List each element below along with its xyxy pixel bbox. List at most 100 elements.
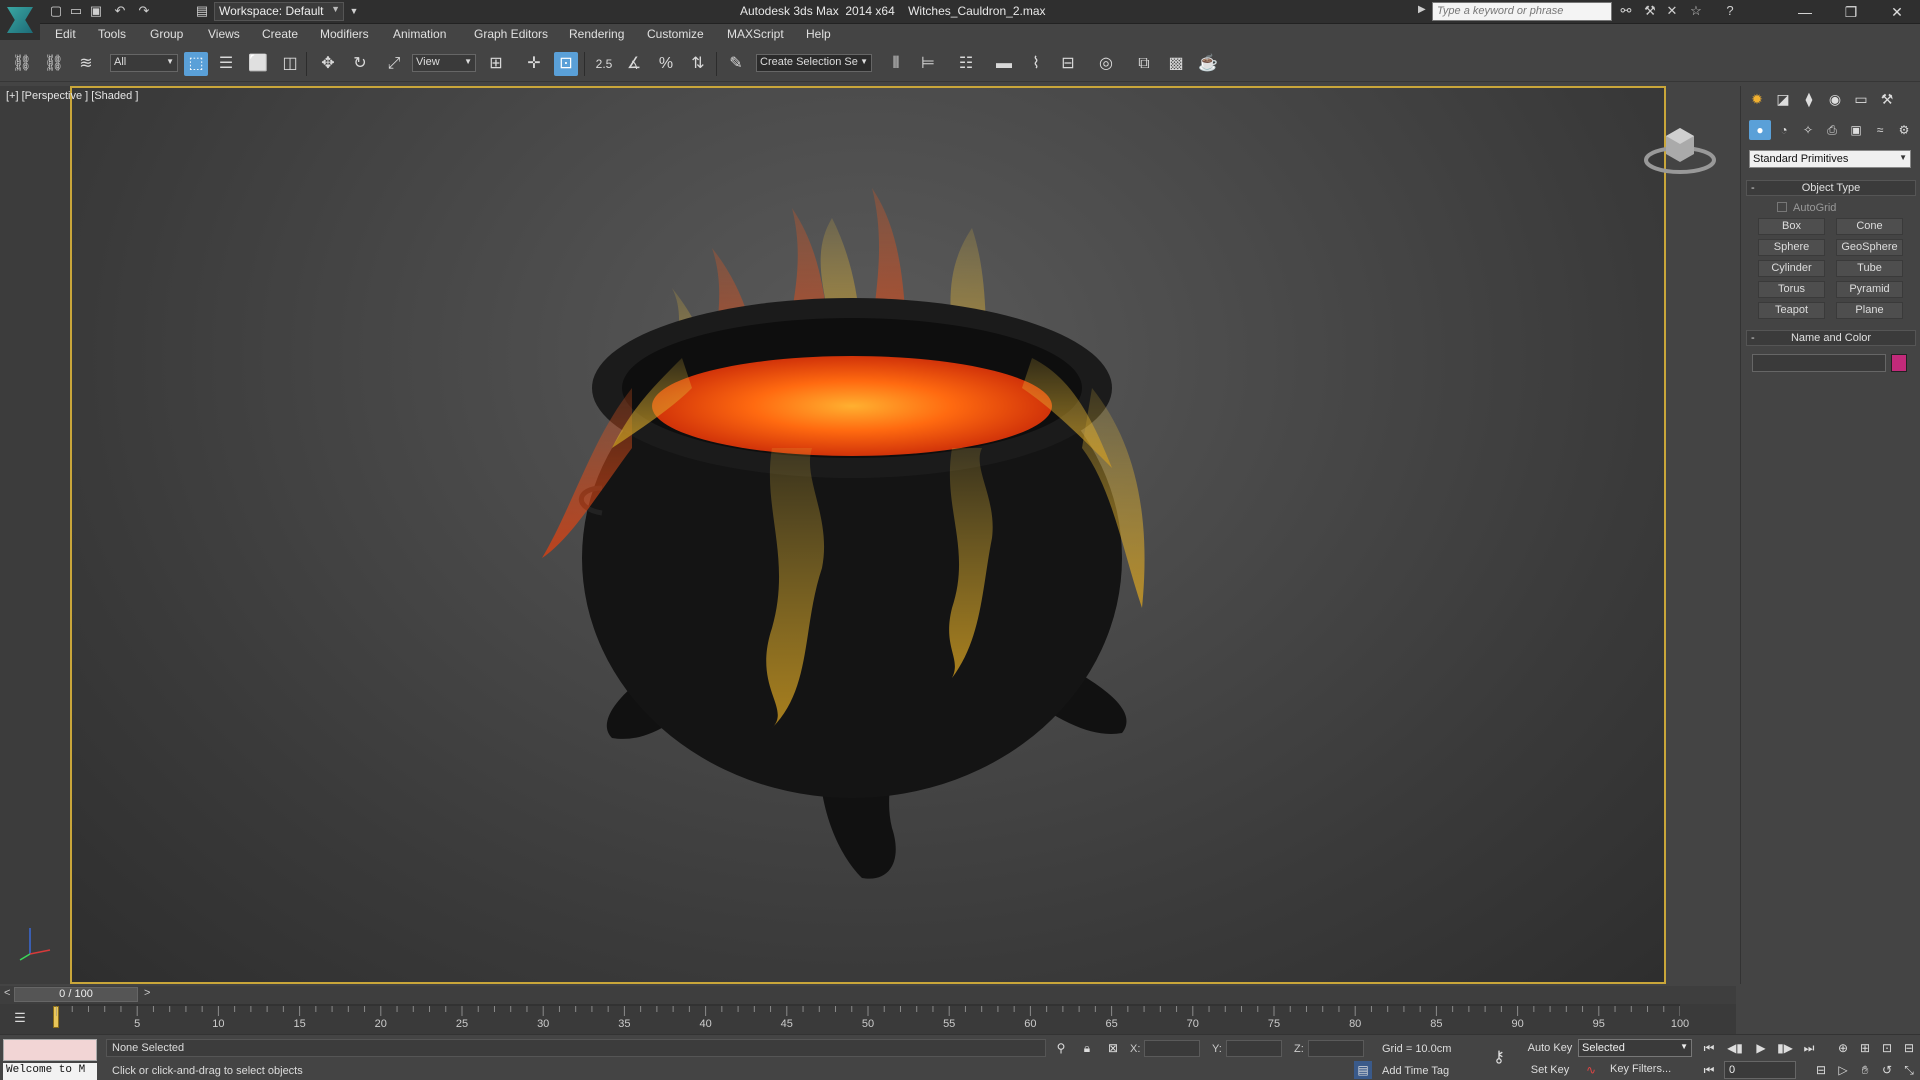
undo-icon[interactable]: ↶ [112, 3, 128, 19]
set-key-mode-icon[interactable]: ⚷ [1490, 1049, 1508, 1067]
viewport-label[interactable]: [+] [Perspective ] [Shaded ] [6, 90, 138, 102]
x-coordinate-field[interactable] [1144, 1040, 1200, 1057]
favorites-star-icon[interactable]: ☆ [1688, 3, 1704, 19]
time-slider[interactable]: < 0 / 100 > [0, 986, 1736, 1004]
select-by-name-icon[interactable]: ☰ [214, 52, 238, 76]
tube-button[interactable]: Tube [1836, 260, 1903, 277]
material-editor-icon[interactable]: ◎ [1094, 52, 1118, 76]
go-to-end-icon[interactable]: ⏭ [1800, 1039, 1818, 1057]
layer-manager-icon[interactable]: ☷ [954, 52, 978, 76]
zoom-icon[interactable]: ⊕ [1834, 1039, 1852, 1057]
object-name-field[interactable] [1752, 354, 1886, 372]
viewcube[interactable] [1640, 118, 1720, 181]
systems-icon[interactable]: ⚙ [1893, 120, 1915, 140]
maxscript-listener-text[interactable]: Welcome to M [3, 1063, 97, 1080]
menu-maxscript[interactable]: MAXScript [727, 27, 784, 41]
torus-button[interactable]: Torus [1758, 281, 1825, 298]
zoom-extents-all-icon[interactable]: ⊞ [1856, 1039, 1874, 1057]
go-to-start-icon[interactable]: ⏮ [1700, 1039, 1718, 1057]
motion-tab-icon[interactable]: ◉ [1823, 88, 1847, 110]
keyboard-shortcut-override-icon[interactable]: ⊡ [554, 52, 578, 76]
unlink-icon[interactable]: ⛓ [42, 52, 66, 76]
key-mode-toggle-icon[interactable]: ⏮ [1700, 1061, 1718, 1079]
save-file-icon[interactable]: ▣ [88, 3, 104, 19]
add-time-tag[interactable]: Add Time Tag [1382, 1065, 1449, 1077]
graphite-ribbon-icon[interactable]: ▬ [992, 52, 1016, 76]
subscription-icon[interactable]: ⚒ [1642, 3, 1658, 19]
auto-key-button[interactable]: Auto Key [1526, 1039, 1574, 1057]
search-input[interactable]: Type a keyword or phrase [1432, 2, 1612, 21]
zoom-extents-icon[interactable]: ⊡ [1878, 1039, 1896, 1057]
time-tag-icon[interactable]: ▤ [1354, 1061, 1372, 1079]
schematic-view-icon[interactable]: ⊟ [1056, 52, 1080, 76]
project-folder-icon[interactable]: ▤ [194, 3, 210, 19]
redo-icon[interactable]: ↷ [136, 3, 152, 19]
cone-button[interactable]: Cone [1836, 218, 1903, 235]
cylinder-button[interactable]: Cylinder [1758, 260, 1825, 277]
menu-views[interactable]: Views [208, 27, 240, 41]
snaps-toggle-icon[interactable]: 2.5 [592, 52, 616, 76]
window-crossing-icon[interactable]: ◫ [278, 52, 302, 76]
maxscript-listener-mini[interactable] [3, 1039, 97, 1061]
menu-modifiers[interactable]: Modifiers [320, 27, 369, 41]
menu-help[interactable]: Help [806, 27, 831, 41]
object-type-rollout[interactable]: - Object Type [1746, 180, 1916, 196]
key-filters-button[interactable]: Key Filters... [1610, 1063, 1671, 1075]
open-file-icon[interactable]: ▭ [68, 3, 84, 19]
y-coordinate-field[interactable] [1226, 1040, 1282, 1057]
menu-graph-editors[interactable]: Graph Editors [474, 27, 548, 41]
pivot-center-icon[interactable]: ⊞ [484, 52, 508, 76]
reference-coordinate-dropdown[interactable]: View ▼ [412, 54, 476, 72]
restore-icon[interactable]: ❐ [1828, 0, 1874, 24]
object-color-swatch[interactable] [1891, 354, 1907, 372]
shapes-icon[interactable]: ◔ [1773, 120, 1795, 140]
primitive-category-dropdown[interactable]: Standard Primitives ▼ [1749, 150, 1911, 168]
field-of-view-icon[interactable]: ▷ [1834, 1061, 1852, 1079]
autogrid-checkbox[interactable]: AutoGrid [1777, 202, 1836, 214]
create-tab-icon[interactable]: ✹ [1745, 88, 1769, 110]
helpers-icon[interactable]: ▣ [1845, 120, 1867, 140]
workspace-dropdown[interactable]: Workspace: Default ▼ [214, 2, 344, 21]
name-and-color-rollout[interactable]: - Name and Color [1746, 330, 1916, 346]
menu-animation[interactable]: Animation [393, 27, 446, 41]
spinner-snap-icon[interactable]: ⇅ [686, 52, 710, 76]
utilities-tab-icon[interactable]: ⚒ [1875, 88, 1899, 110]
teapot-button[interactable]: Teapot [1758, 302, 1825, 319]
previous-frame-icon[interactable]: ◀▮ [1726, 1039, 1744, 1057]
help-icon[interactable]: ? [1722, 3, 1738, 19]
curve-editor-icon[interactable]: ⌇ [1024, 52, 1048, 76]
set-key-button[interactable]: Set Key [1526, 1061, 1574, 1079]
new-file-icon[interactable]: ▢ [48, 3, 64, 19]
time-slider-thumb[interactable]: 0 / 100 [14, 987, 138, 1002]
select-and-move-icon[interactable]: ✥ [316, 52, 340, 76]
geometry-icon[interactable]: ● [1749, 120, 1771, 140]
perspective-viewport[interactable] [70, 86, 1666, 984]
pan-view-icon[interactable]: ✋︎ [1856, 1061, 1874, 1079]
selection-lock-icon[interactable]: 🔒︎ [1078, 1039, 1096, 1057]
time-slider-next-button[interactable]: > [144, 987, 150, 999]
time-configuration-icon[interactable]: ⊟ [1812, 1061, 1830, 1079]
render-production-icon[interactable]: ☕ [1196, 52, 1220, 76]
select-and-rotate-icon[interactable]: ↻ [348, 52, 372, 76]
current-frame-field[interactable]: 0 [1724, 1061, 1796, 1079]
z-coordinate-field[interactable] [1308, 1040, 1364, 1057]
menu-rendering[interactable]: Rendering [569, 27, 624, 41]
pyramid-button[interactable]: Pyramid [1836, 281, 1903, 298]
mirror-icon[interactable]: ⫴ [884, 52, 908, 76]
lights-icon[interactable]: ✧ [1797, 120, 1819, 140]
percent-snap-icon[interactable]: % [654, 52, 678, 76]
mini-curve-editor-icon[interactable]: ☰ [8, 1006, 32, 1030]
select-and-scale-icon[interactable]: ⤢ [382, 52, 406, 76]
binoculars-icon[interactable]: ⚯ [1618, 3, 1634, 19]
selection-filter-dropdown[interactable]: All ▼ [110, 54, 178, 72]
display-tab-icon[interactable]: ▭ [1849, 88, 1873, 110]
align-icon[interactable]: ⊨ [916, 52, 940, 76]
select-and-link-icon[interactable]: ⛓ [10, 52, 34, 76]
select-and-manipulate-icon[interactable]: ✛ [522, 52, 546, 76]
key-mode-dropdown[interactable]: Selected ▼ [1578, 1039, 1692, 1057]
search-expand-icon[interactable]: ▶ [1418, 4, 1426, 15]
minimize-icon[interactable]: — [1782, 0, 1828, 24]
menu-create[interactable]: Create [262, 27, 298, 41]
isolate-selection-icon[interactable]: ⚲ [1052, 1039, 1070, 1057]
cameras-icon[interactable]: ⎙ [1821, 120, 1843, 140]
